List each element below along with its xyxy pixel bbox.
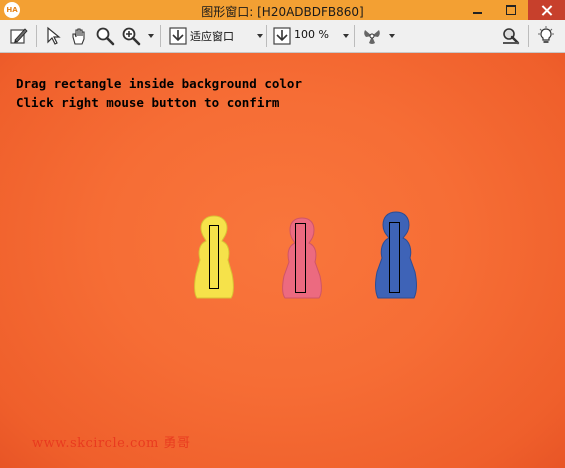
minimize-icon bbox=[472, 12, 482, 14]
zoom-percent-dropdown-arrow-icon[interactable] bbox=[343, 34, 349, 38]
fit-dropdown-arrow-icon[interactable] bbox=[257, 34, 263, 38]
graphics-canvas[interactable]: Drag rectangle inside background color C… bbox=[0, 53, 565, 468]
toolbar-separator bbox=[354, 25, 355, 47]
pan-tool-button[interactable] bbox=[68, 25, 90, 47]
toolbar-separator bbox=[528, 25, 529, 47]
selection-rectangle-pink[interactable] bbox=[295, 223, 306, 293]
watermark-text: www.skcircle.com 勇哥 bbox=[32, 436, 191, 451]
zoom-percent-button[interactable] bbox=[271, 25, 293, 47]
edit-button[interactable] bbox=[8, 25, 30, 47]
fit-window-icon bbox=[169, 27, 187, 45]
close-icon bbox=[541, 5, 552, 16]
magnifier-icon bbox=[96, 27, 115, 46]
selection-rectangle-blue[interactable] bbox=[389, 222, 400, 293]
fan-settings-icon bbox=[364, 30, 380, 44]
edit-icon bbox=[10, 28, 28, 44]
settings-button[interactable] bbox=[360, 25, 384, 47]
close-button[interactable] bbox=[528, 0, 565, 20]
maximize-icon bbox=[506, 5, 516, 15]
pointer-icon bbox=[47, 26, 61, 45]
lightbulb-icon bbox=[538, 26, 554, 43]
zoom-in-icon bbox=[122, 27, 141, 46]
magnify-tool-button[interactable] bbox=[94, 25, 116, 47]
toolbar: 适应窗口 100 % bbox=[0, 20, 565, 53]
minimize-button[interactable] bbox=[460, 0, 494, 20]
pan-hand-icon bbox=[72, 28, 85, 45]
pointer-tool-button[interactable] bbox=[43, 25, 65, 47]
zoom-percent-icon bbox=[273, 27, 291, 45]
zoom-percent-label[interactable]: 100 % bbox=[294, 28, 329, 41]
maximize-button[interactable] bbox=[494, 0, 528, 20]
instruction-line-1: Drag rectangle inside background color bbox=[16, 76, 302, 91]
selection-rectangle-yellow[interactable] bbox=[209, 225, 219, 289]
inspect-icon bbox=[503, 28, 520, 45]
zoom-dropdown-arrow-icon[interactable] bbox=[148, 34, 154, 38]
toolbar-separator bbox=[36, 25, 37, 47]
help-button[interactable] bbox=[535, 25, 557, 47]
inspect-button[interactable] bbox=[500, 25, 522, 47]
settings-dropdown-arrow-icon[interactable] bbox=[389, 34, 395, 38]
fit-window-button[interactable] bbox=[167, 25, 189, 47]
title-bar[interactable]: HA 图形窗口: [H20ADBDFB860] bbox=[0, 0, 565, 20]
toolbar-separator bbox=[160, 25, 161, 47]
fit-window-label[interactable]: 适应窗口 bbox=[190, 28, 234, 44]
toolbar-separator bbox=[266, 25, 267, 47]
zoom-tool-button[interactable] bbox=[120, 25, 142, 47]
instruction-line-2: Click right mouse button to confirm bbox=[16, 95, 280, 110]
